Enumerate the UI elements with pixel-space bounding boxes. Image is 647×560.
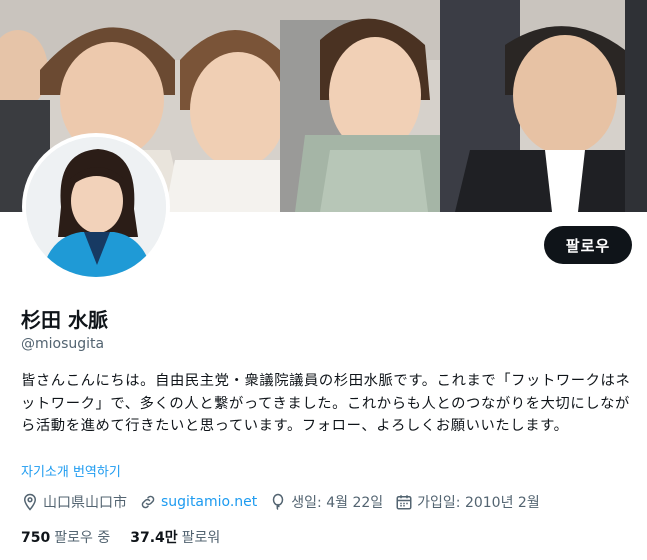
website-item[interactable]: sugitamio.net	[139, 493, 257, 511]
birthday-item: 생일: 4월 22일	[269, 492, 383, 512]
followers-link[interactable]: 37.4만 팔로워	[130, 527, 220, 547]
location-pin-icon	[23, 493, 37, 511]
profile-avatar[interactable]	[22, 133, 170, 281]
location-text: 山口県山口市	[43, 495, 127, 511]
profile-meta-row: 山口県山口市 sugitamio.net 생일: 4월 22일 가입일: 201…	[21, 492, 552, 512]
website-link[interactable]: sugitamio.net	[161, 494, 257, 510]
following-label: 팔로우 중	[54, 530, 111, 546]
followers-count: 37.4만	[130, 530, 178, 546]
avatar-image	[26, 137, 166, 277]
following-link[interactable]: 750 팔로우 중	[21, 527, 110, 547]
follow-counts: 750 팔로우 중 37.4만 팔로워	[21, 527, 240, 547]
profile-name: 杉田 水脈	[21, 308, 108, 332]
balloon-icon	[273, 493, 284, 510]
follow-button[interactable]: 팔로우	[544, 226, 632, 264]
translate-bio-link[interactable]: 자기소개 번역하기	[21, 461, 121, 480]
profile-handle: @miosugita	[21, 336, 105, 352]
location-item: 山口県山口市	[21, 492, 127, 512]
joined-text: 가입일: 2010년 2월	[417, 495, 540, 511]
joined-item: 가입일: 2010년 2월	[395, 492, 540, 512]
calendar-icon	[396, 495, 412, 510]
followers-label: 팔로워	[181, 530, 221, 546]
following-count: 750	[21, 530, 51, 546]
profile-bio: 皆さんこんにちは。自由民主党・衆議院議員の杉田水脈です。これまで「フットワークは…	[21, 373, 631, 434]
link-icon	[141, 495, 155, 509]
birthday-text: 생일: 4월 22일	[291, 495, 384, 511]
